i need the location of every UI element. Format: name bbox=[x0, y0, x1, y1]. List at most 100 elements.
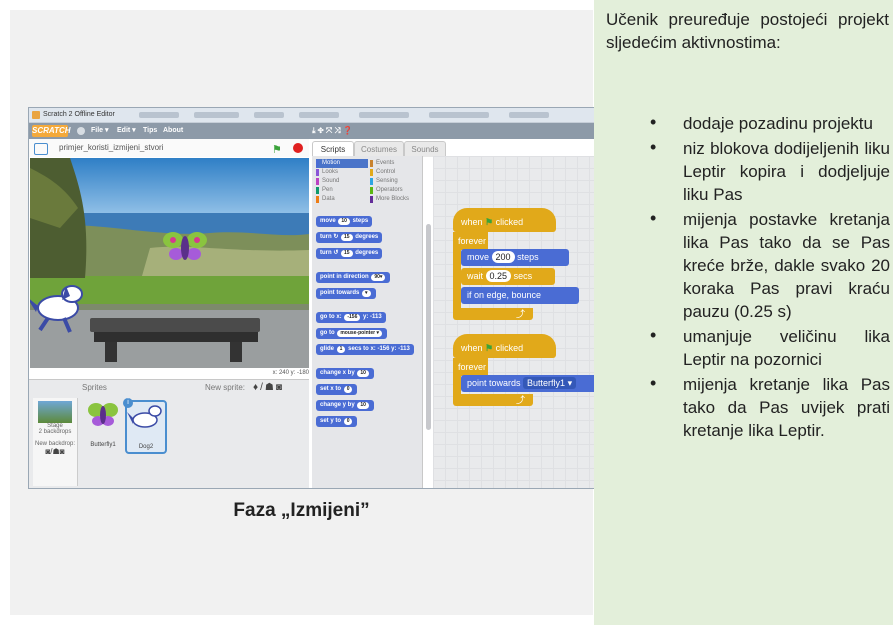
activity-item: • mijenja kretanje lika Pas tako da Pas u… bbox=[606, 373, 890, 442]
sprite-name-dog: Dog2 bbox=[138, 444, 154, 450]
block-palette: Motion Events Looks Control Sound Sensing Pen O… bbox=[312, 156, 423, 488]
forever-block-1[interactable]: forever bbox=[453, 232, 488, 250]
sprite-pane-header: Sprites New sprite: ♦/☗◙ bbox=[29, 380, 309, 396]
activities-list: • dodaje pozadinu projektu • niz blokova do… bbox=[606, 112, 890, 444]
category-data[interactable]: Data bbox=[316, 195, 368, 204]
move-steps-block[interactable]: move 200 steps bbox=[461, 249, 569, 266]
category-looks[interactable]: Looks bbox=[316, 168, 368, 177]
palette-block[interactable]: set y to 0 bbox=[316, 416, 358, 427]
category-color-swatch bbox=[316, 187, 319, 194]
category-operators[interactable]: Operators bbox=[370, 186, 422, 195]
category-label: Data bbox=[322, 196, 335, 202]
scratch-menubar: SCRATCH File ▾ Edit ▾ Tips About ⤓✥⤧⤨❓ bbox=[29, 123, 594, 139]
palette-scrollbar[interactable] bbox=[426, 224, 431, 430]
category-label: Operators bbox=[376, 187, 403, 193]
bullet-icon: • bbox=[650, 373, 657, 393]
category-label: Motion bbox=[322, 160, 341, 166]
category-events[interactable]: Events bbox=[370, 159, 422, 168]
window-title-bar: Scratch 2 Offline Editor bbox=[29, 108, 594, 123]
activity-item: • dodaje pozadinu projektu bbox=[606, 112, 890, 135]
sprite-name-butterfly: Butterfly1 bbox=[90, 442, 116, 448]
forever-block-2[interactable]: forever bbox=[453, 358, 488, 376]
palette-block[interactable]: change y by 10 bbox=[316, 400, 374, 411]
category-color-swatch bbox=[370, 178, 373, 185]
forever-end-2: ⤴ bbox=[453, 394, 533, 406]
intro-text: Učenik preuređuje postojeći projekt slje… bbox=[606, 10, 889, 52]
green-flag-icon[interactable]: ⚑ bbox=[272, 141, 282, 159]
category-color-swatch bbox=[316, 178, 319, 185]
category-sound[interactable]: Sound bbox=[316, 177, 368, 186]
palette-block[interactable]: set x to 0 bbox=[316, 384, 358, 395]
new-sprite-icons[interactable]: ♦/☗◙ bbox=[253, 380, 284, 396]
category-color-swatch bbox=[370, 169, 373, 176]
menu-tips[interactable]: Tips bbox=[143, 123, 157, 139]
category-color-swatch bbox=[370, 187, 373, 194]
point-towards-block[interactable]: point towards Butterfly1 ▾ bbox=[461, 375, 594, 392]
stop-sign-icon[interactable] bbox=[293, 143, 303, 153]
when-flag-clicked-block-2[interactable]: when ⚑ clicked bbox=[453, 334, 556, 358]
palette-block[interactable]: turn ↺ 15 degrees bbox=[316, 248, 383, 259]
palette-block[interactable]: point towards ▾ bbox=[316, 288, 376, 299]
palette-block[interactable]: turn ↻ 15 degrees bbox=[316, 232, 383, 243]
activity-text: mijenja kretanje lika Pas tako da Pas uv… bbox=[683, 375, 890, 440]
activity-item: • umanjuje veličinu lika Leptir na pozorn… bbox=[606, 325, 890, 371]
point-target-dropdown[interactable]: Butterfly1 ▾ bbox=[523, 377, 577, 389]
tab-costumes[interactable]: Costumes bbox=[354, 141, 404, 157]
category-color-swatch bbox=[370, 160, 373, 167]
menu-edit[interactable]: Edit ▾ bbox=[117, 123, 136, 139]
project-name-field[interactable]: primjer_koristi_izmijeni_stvori bbox=[59, 139, 163, 157]
figure-caption: Faza „Izmijeni” bbox=[233, 500, 370, 521]
palette-block[interactable]: change x by 10 bbox=[316, 368, 374, 379]
category-control[interactable]: Control bbox=[370, 168, 422, 177]
palette-block[interactable]: move 10 steps bbox=[316, 216, 373, 227]
category-more-blocks[interactable]: More Blocks bbox=[370, 195, 422, 204]
stage-header: primjer_koristi_izmijeni_stvori ⚑ bbox=[29, 139, 309, 157]
sprites-label: Sprites bbox=[82, 383, 107, 392]
tab-scripts[interactable]: Scripts bbox=[312, 141, 354, 157]
stage-thumbnail[interactable]: Stage 2 backdrops New backdrop: ◙/☗◙ bbox=[33, 398, 78, 486]
palette-block[interactable]: point in direction 90▾ bbox=[316, 272, 391, 283]
green-flag-icon: ⚑ bbox=[485, 217, 496, 227]
category-label: More Blocks bbox=[376, 196, 410, 202]
sprite-info-badge[interactable]: i bbox=[123, 398, 133, 408]
if-on-edge-bounce-block[interactable]: if on edge, bounce bbox=[461, 287, 579, 304]
when-flag-clicked-block-1[interactable]: when ⚑ clicked bbox=[453, 208, 556, 232]
activity-item: • mijenja postavke kretanja lika Pas tako… bbox=[606, 208, 890, 323]
sprite-pane: Sprites New sprite: ♦/☗◙ Stage 2 backdro… bbox=[29, 379, 309, 488]
sprite-thumb-dog[interactable]: i Dog2 bbox=[123, 398, 167, 454]
scripts-area: when ⚑ clicked forever move 200 steps wa… bbox=[433, 156, 594, 488]
category-label: Sound bbox=[322, 178, 340, 184]
language-globe-icon[interactable] bbox=[77, 127, 85, 135]
menu-file[interactable]: File ▾ bbox=[91, 123, 109, 139]
stage-backdrop-image bbox=[30, 158, 309, 368]
category-pen[interactable]: Pen bbox=[316, 186, 368, 195]
menu-about[interactable]: About bbox=[163, 123, 183, 139]
category-color-swatch bbox=[316, 160, 319, 167]
stage-canvas[interactable] bbox=[30, 158, 309, 368]
scratch-logo: SCRATCH bbox=[32, 125, 71, 137]
activity-text: umanjuje veličinu lika Leptir na pozorni… bbox=[683, 327, 890, 369]
palette-block[interactable]: go to x: -156 y: -113 bbox=[316, 312, 386, 323]
bullet-icon: • bbox=[650, 208, 657, 228]
category-color-swatch bbox=[370, 196, 373, 203]
butterfly-thumb-icon bbox=[88, 403, 118, 426]
sprite-thumb-butterfly[interactable]: Butterfly1 bbox=[84, 400, 122, 450]
fullscreen-icon[interactable] bbox=[34, 143, 48, 155]
tab-sounds[interactable]: Sounds bbox=[404, 141, 446, 157]
category-label: Events bbox=[376, 160, 395, 166]
stage-backdrops-count: 2 backdrops bbox=[38, 429, 72, 435]
palette-block[interactable]: go to mouse-pointer ▾ bbox=[316, 328, 387, 339]
window-title: Scratch 2 Offline Editor bbox=[43, 111, 115, 118]
forever-end-1: ⤴ bbox=[453, 308, 533, 320]
category-label: Sensing bbox=[376, 178, 398, 184]
wait-secs-block[interactable]: wait 0.25 secs bbox=[461, 268, 555, 285]
cursor-tools-icons[interactable]: ⤓✥⤧⤨❓ bbox=[312, 123, 355, 139]
activity-text: mijenja postavke kretanja lika Pas tako … bbox=[683, 210, 890, 321]
new-backdrop-icons[interactable]: ◙/☗◙ bbox=[33, 447, 77, 456]
palette-block[interactable]: glide 1 secs to x: -156 y: -113 bbox=[316, 344, 414, 355]
new-sprite-label: New sprite: bbox=[205, 383, 246, 392]
editor-tabs: Scripts Costumes Sounds bbox=[312, 139, 462, 157]
category-sensing[interactable]: Sensing bbox=[370, 177, 422, 186]
activity-text: dodaje pozadinu projektu bbox=[683, 114, 873, 133]
category-motion[interactable]: Motion bbox=[316, 159, 368, 168]
